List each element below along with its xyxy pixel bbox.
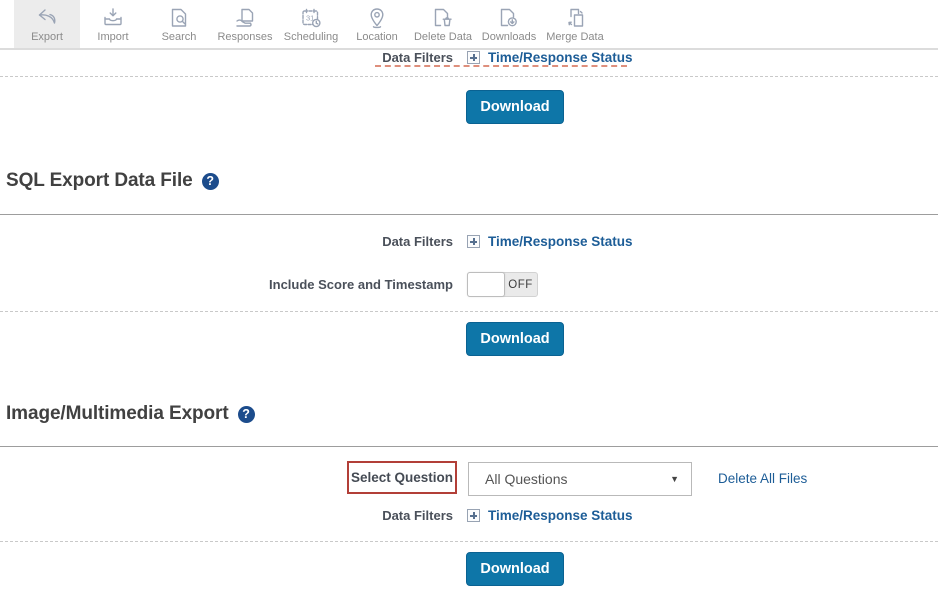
expand-plus-icon[interactable] xyxy=(467,51,480,64)
toggle-knob[interactable] xyxy=(467,272,505,297)
section-title-media: Image/Multimedia Export xyxy=(6,403,229,425)
filter-row-media: Data Filters Time/Response Status xyxy=(0,508,938,523)
toolbar-item-location[interactable]: Location xyxy=(344,0,410,48)
include-score-label: Include Score and Timestamp xyxy=(0,277,453,292)
download-button-csv[interactable]: Download xyxy=(466,90,564,124)
toolbar: Export Import Search xyxy=(0,0,938,50)
search-icon xyxy=(166,5,192,30)
time-response-status-link[interactable]: Time/Response Status xyxy=(488,508,633,523)
toolbar-item-label: Scheduling xyxy=(284,31,338,45)
select-question-highlight: Select Question xyxy=(347,461,457,494)
toolbar-item-label: Location xyxy=(356,31,398,45)
time-response-status-link[interactable]: Time/Response Status xyxy=(488,234,633,249)
export-icon xyxy=(34,5,60,30)
toolbar-item-responses[interactable]: Responses xyxy=(212,0,278,48)
toolbar-item-label: Search xyxy=(162,31,197,45)
help-icon[interactable]: ? xyxy=(238,406,255,423)
data-filters-label: Data Filters xyxy=(0,50,453,65)
delete-data-icon xyxy=(430,5,456,30)
dashed-separator xyxy=(0,541,938,542)
download-button-sql[interactable]: Download xyxy=(466,322,564,356)
dashed-separator xyxy=(0,76,938,77)
responses-icon xyxy=(232,5,258,30)
section-heading-sql: SQL Export Data File ? xyxy=(6,168,219,194)
annotation-dashed-underline xyxy=(375,65,627,67)
filter-row-csv: Data Filters Time/Response Status xyxy=(0,50,938,65)
filter-row-sql: Data Filters Time/Response Status xyxy=(0,234,938,249)
download-button-media[interactable]: Download xyxy=(466,552,564,586)
section-title-sql: SQL Export Data File xyxy=(6,170,193,192)
toolbar-item-label: Export xyxy=(31,31,63,45)
data-filters-label: Data Filters xyxy=(0,234,453,249)
data-filters-label: Data Filters xyxy=(0,508,453,523)
section-heading-media: Image/Multimedia Export ? xyxy=(6,401,255,427)
select-question-label: Select Question xyxy=(351,470,453,485)
toolbar-item-label: Import xyxy=(97,31,128,45)
toolbar-item-label: Merge Data xyxy=(546,31,603,45)
toolbar-item-scheduling[interactable]: 31 Scheduling xyxy=(278,0,344,48)
toolbar-item-delete-data[interactable]: Delete Data xyxy=(410,0,476,48)
merge-data-icon xyxy=(562,5,588,30)
toolbar-item-label: Responses xyxy=(217,31,272,45)
include-score-row: Include Score and Timestamp OFF xyxy=(0,272,938,297)
toggle-state-label: OFF xyxy=(504,273,537,296)
question-select-value: All Questions xyxy=(485,471,567,487)
question-select[interactable]: All Questions ▼ xyxy=(468,462,692,496)
chevron-down-icon: ▼ xyxy=(670,474,679,484)
import-icon xyxy=(100,5,126,30)
toolbar-item-search[interactable]: Search xyxy=(146,0,212,48)
help-icon[interactable]: ? xyxy=(202,173,219,190)
toolbar-item-export[interactable]: Export xyxy=(14,0,80,48)
location-icon xyxy=(364,5,390,30)
toolbar-item-label: Downloads xyxy=(482,31,536,45)
dashed-separator xyxy=(0,311,938,312)
section-separator xyxy=(0,446,938,447)
delete-all-files-link[interactable]: Delete All Files xyxy=(718,471,807,486)
toolbar-item-import[interactable]: Import xyxy=(80,0,146,48)
toolbar-item-merge-data[interactable]: Merge Data xyxy=(542,0,608,48)
toolbar-item-downloads[interactable]: Downloads xyxy=(476,0,542,48)
expand-plus-icon[interactable] xyxy=(467,509,480,522)
scheduling-icon: 31 xyxy=(298,5,324,30)
time-response-status-link[interactable]: Time/Response Status xyxy=(488,50,633,65)
section-separator xyxy=(0,214,938,215)
toolbar-item-label: Delete Data xyxy=(414,31,472,45)
score-timestamp-toggle[interactable]: OFF xyxy=(467,272,538,297)
downloads-icon xyxy=(496,5,522,30)
expand-plus-icon[interactable] xyxy=(467,235,480,248)
